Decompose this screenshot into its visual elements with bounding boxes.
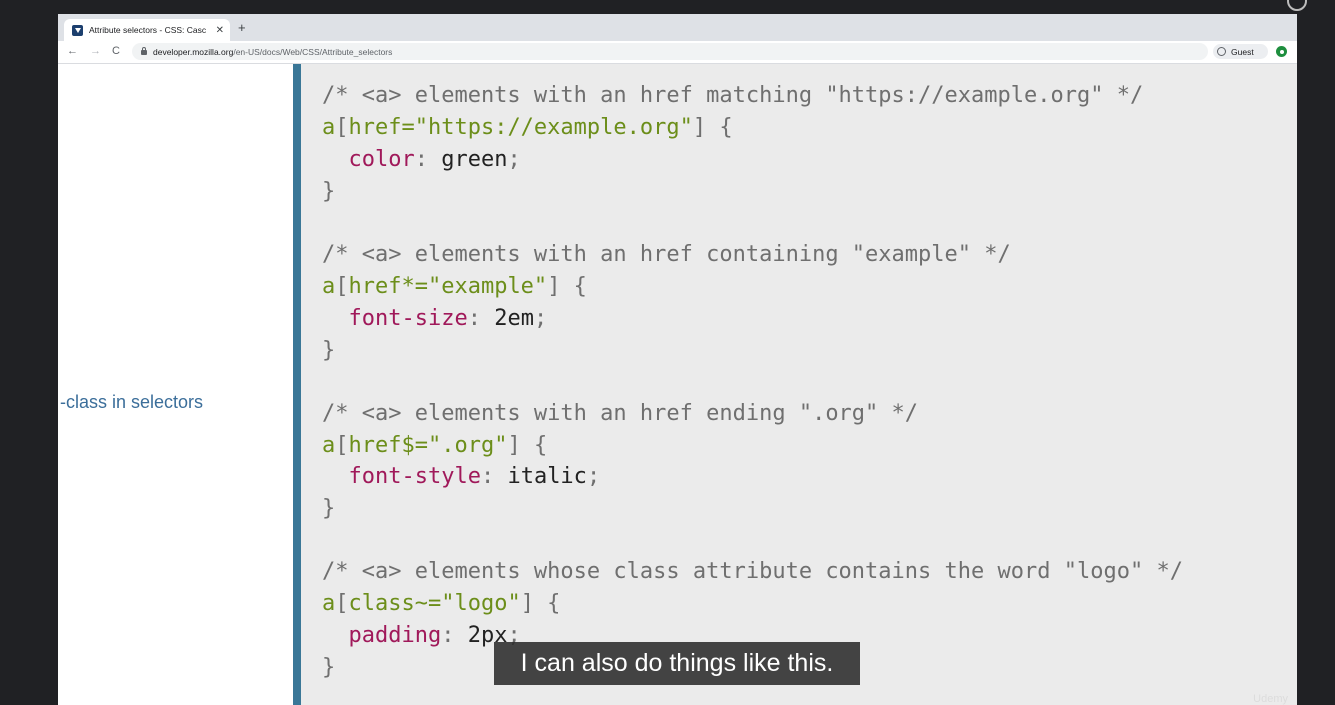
browser-toolbar: ← → C developer.mozilla.org/en-US/docs/W…	[58, 41, 1297, 64]
profile-button[interactable]: Guest	[1213, 44, 1268, 59]
code-brace-close: }	[322, 338, 336, 363]
code-comment: /* <a> elements whose class attribute co…	[322, 559, 1183, 584]
reload-icon[interactable]: C	[112, 44, 120, 58]
code-selector-line: a[class~="logo"] {	[322, 591, 561, 616]
top-bar	[0, 0, 1335, 14]
lock-icon	[141, 47, 147, 55]
code-selector-line: a[href*="example"] {	[322, 274, 587, 299]
code-comment: /* <a> elements with an href ending ".or…	[322, 401, 919, 426]
new-tab-button[interactable]: +	[238, 21, 246, 35]
sidebar-link[interactable]: -class in selectors	[60, 392, 203, 413]
page-content: -class in selectors /* <a> elements with…	[58, 64, 1297, 705]
browser-window: Attribute selectors - CSS: Casc ✕ + ← → …	[58, 14, 1297, 705]
udemy-watermark: Udemy	[1253, 693, 1288, 705]
mdn-favicon-icon	[72, 24, 83, 36]
code-declaration: font-style: italic;	[348, 464, 601, 489]
code-brace-close: }	[322, 179, 336, 204]
subtitle-caption: I can also do things like this.	[494, 642, 860, 685]
code-selector-line: a[href="https://example.org"] {	[322, 115, 733, 140]
url-host: developer.mozilla.org	[153, 46, 234, 57]
code-selector-line: a[href$=".org"] {	[322, 433, 548, 458]
corner-circle-icon	[1287, 0, 1307, 11]
url-text[interactable]: developer.mozilla.org/en-US/docs/Web/CSS…	[153, 47, 392, 57]
code-comment: /* <a> elements with an href matching "h…	[322, 83, 1144, 108]
profile-avatar-icon	[1217, 47, 1226, 56]
profile-label: Guest	[1231, 46, 1254, 57]
back-arrow-icon[interactable]: ←	[67, 44, 78, 58]
code-declaration: color: green;	[348, 147, 521, 172]
extension-icon[interactable]	[1276, 46, 1287, 57]
url-path: /en-US/docs/Web/CSS/Attribute_selectors	[233, 46, 393, 57]
tab-title: Attribute selectors - CSS: Casc	[89, 25, 207, 35]
code-declaration: font-size: 2em;	[348, 306, 548, 331]
close-tab-icon[interactable]: ✕	[216, 25, 224, 36]
forward-arrow-icon[interactable]: →	[90, 44, 101, 58]
code-example: /* <a> elements with an href matching "h…	[301, 64, 1297, 705]
code-brace-close: }	[322, 655, 336, 680]
browser-tab[interactable]: Attribute selectors - CSS: Casc ✕	[64, 19, 230, 41]
code-block-accent-bar	[293, 64, 301, 705]
tab-strip: Attribute selectors - CSS: Casc ✕ +	[58, 14, 1297, 41]
code-declaration: padding: 2px;	[348, 623, 521, 648]
code-brace-close: }	[322, 496, 336, 521]
code-comment: /* <a> elements with an href containing …	[322, 242, 1011, 267]
address-bar[interactable]: developer.mozilla.org/en-US/docs/Web/CSS…	[132, 43, 1208, 60]
